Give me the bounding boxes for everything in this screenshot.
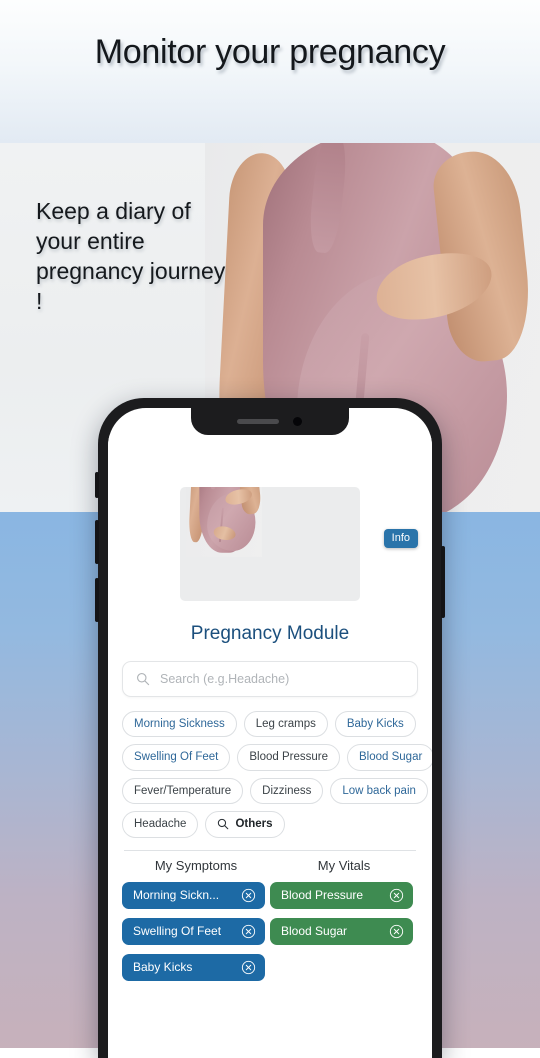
hero-section: Info: [122, 487, 418, 619]
symptom-pill-label: Morning Sickn...: [133, 888, 220, 902]
symptom-chip-list: Morning Sickness Leg cramps Baby Kicks S…: [122, 711, 432, 838]
phone-volume-up-button[interactable]: [95, 520, 99, 564]
chip-others[interactable]: Others: [205, 811, 285, 838]
info-button[interactable]: Info: [383, 529, 418, 548]
speaker-grille-icon: [237, 419, 279, 424]
my-symptoms-column: My Symptoms Morning Sickn... Swelling Of…: [122, 858, 270, 990]
vital-pill-label: Blood Sugar: [281, 924, 348, 938]
banner-subheadline: Keep a diary of your entire pregnancy jo…: [36, 198, 226, 314]
symptom-pill-label: Swelling Of Feet: [133, 924, 222, 938]
phone-screen: Info Pregnancy Module Search (e.g.Headac…: [108, 408, 432, 1058]
hero-thumbnail-figure: [186, 487, 262, 557]
chip-low-back-pain[interactable]: Low back pain: [330, 777, 428, 805]
chip-swelling-of-feet[interactable]: Swelling Of Feet: [122, 744, 231, 771]
symptom-pill-label: Baby Kicks: [133, 960, 193, 974]
section-divider: [124, 849, 416, 851]
phone-notch: [191, 408, 349, 435]
chip-row: Headache Others: [122, 811, 418, 838]
vital-pill-label: Blood Pressure: [281, 888, 364, 902]
hero-thumbnail-image: [180, 487, 360, 601]
close-circle-icon[interactable]: [389, 924, 404, 939]
my-vitals-column: My Vitals Blood Pressure Blood Sugar: [270, 858, 418, 990]
chip-others-label: Others: [235, 818, 273, 831]
symptom-pill-swelling-of-feet[interactable]: Swelling Of Feet: [122, 917, 265, 945]
search-bar[interactable]: Search (e.g.Headache): [122, 661, 418, 697]
search-input[interactable]: Search (e.g.Headache): [160, 672, 289, 686]
phone-volume-down-button[interactable]: [95, 578, 99, 622]
chip-fever-temperature[interactable]: Fever/Temperature: [122, 777, 244, 805]
tracked-items-section: My Symptoms Morning Sickn... Swelling Of…: [122, 858, 418, 990]
symptom-pill-morning-sickness[interactable]: Morning Sickn...: [122, 881, 265, 909]
chip-dizziness[interactable]: Dizziness: [250, 777, 324, 805]
vital-pill-blood-sugar[interactable]: Blood Sugar: [270, 917, 413, 945]
front-camera-icon: [293, 417, 302, 426]
app-content: Info Pregnancy Module Search (e.g.Headac…: [108, 435, 432, 1058]
phone-mockup: Info Pregnancy Module Search (e.g.Headac…: [95, 398, 445, 1058]
phone-mute-switch[interactable]: [95, 472, 99, 498]
chip-blood-pressure[interactable]: Blood Pressure: [237, 744, 340, 771]
chip-leg-cramps[interactable]: Leg cramps: [243, 711, 328, 738]
search-icon: [217, 818, 229, 830]
close-circle-icon[interactable]: [241, 960, 256, 975]
chip-row: Morning Sickness Leg cramps Baby Kicks: [122, 711, 418, 738]
chip-morning-sickness[interactable]: Morning Sickness: [122, 711, 237, 738]
my-vitals-heading: My Vitals: [317, 857, 371, 873]
symptom-pill-baby-kicks[interactable]: Baby Kicks: [122, 953, 265, 981]
close-circle-icon[interactable]: [389, 888, 404, 903]
page-title: Monitor your pregnancy: [94, 33, 446, 71]
phone-power-button[interactable]: [441, 546, 445, 618]
close-circle-icon[interactable]: [241, 888, 256, 903]
header-banner: Monitor your pregnancy: [0, 0, 540, 143]
close-circle-icon[interactable]: [241, 924, 256, 939]
module-title: Pregnancy Module: [190, 623, 350, 644]
chip-baby-kicks[interactable]: Baby Kicks: [334, 711, 416, 738]
chip-row: Swelling Of Feet Blood Pressure Blood Su…: [122, 744, 432, 771]
vital-pill-blood-pressure[interactable]: Blood Pressure: [270, 881, 413, 909]
chip-blood-sugar[interactable]: Blood Sugar: [347, 744, 432, 771]
chip-row: Fever/Temperature Dizziness Low back pai…: [122, 777, 428, 805]
my-symptoms-heading: My Symptoms: [154, 857, 238, 873]
search-icon: [136, 672, 150, 686]
chip-headache[interactable]: Headache: [122, 811, 199, 838]
